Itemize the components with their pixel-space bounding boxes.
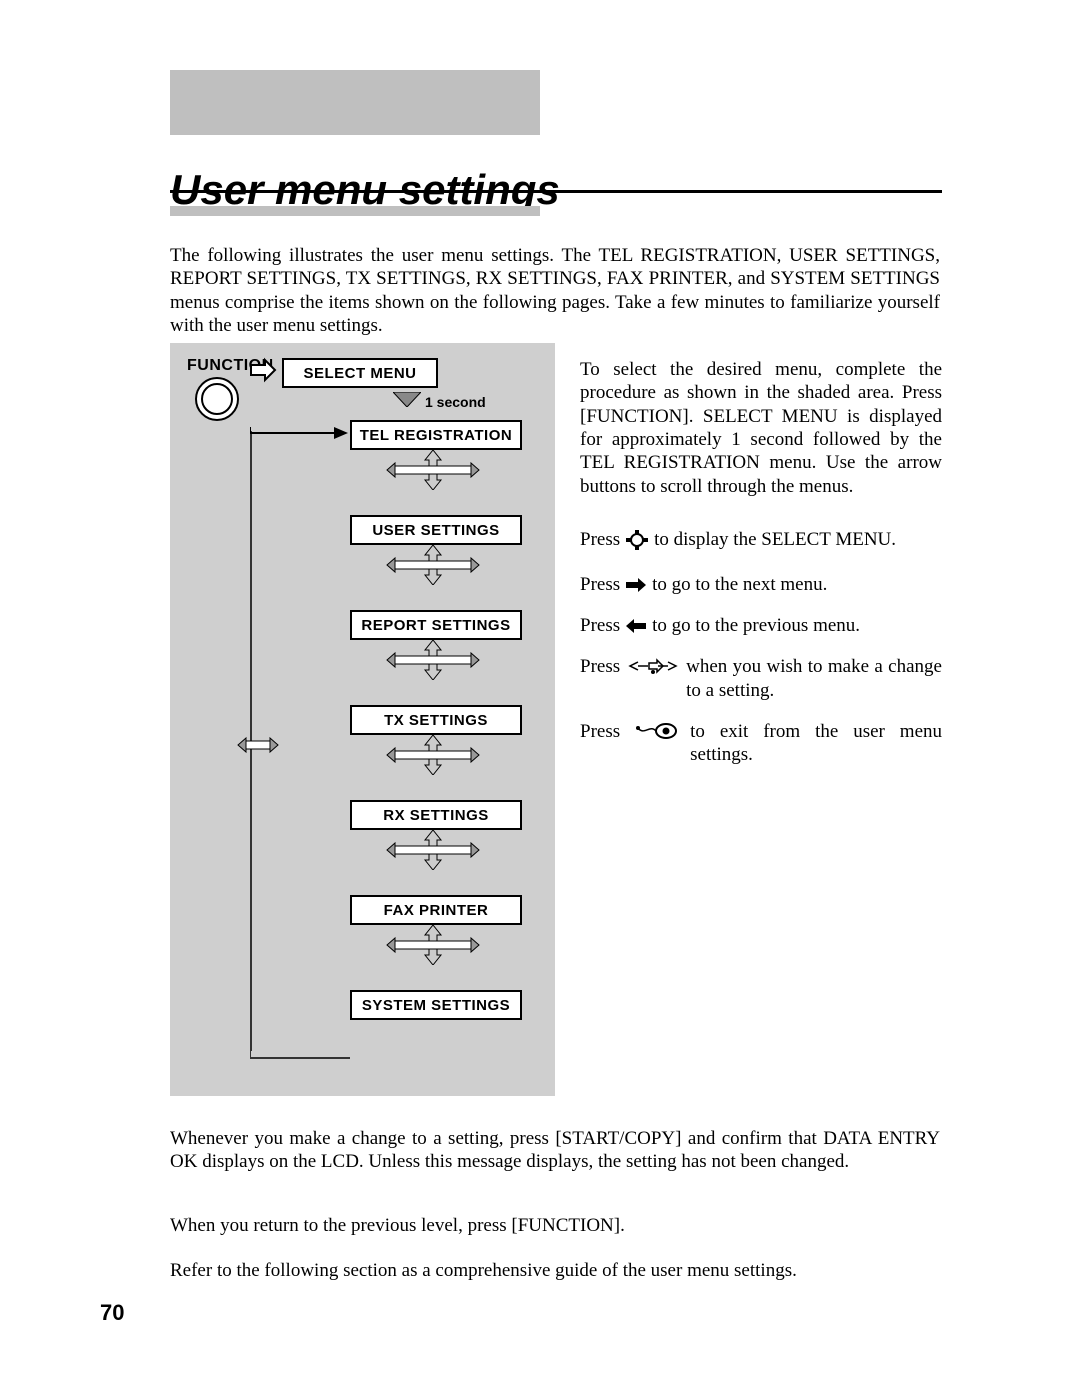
- menu-report-settings: REPORT SETTINGS: [350, 610, 522, 640]
- left-right-paddle-icon: [236, 735, 280, 755]
- press-label: Press: [580, 573, 620, 596]
- bottom-para-3: Refer to the following section as a comp…: [170, 1259, 940, 1282]
- press-label: Press: [580, 614, 620, 637]
- press-text: to exit from the user menu settings.: [690, 720, 942, 767]
- bottom-para-2: When you return to the previous level, p…: [170, 1214, 940, 1237]
- arrow-right-icon: [626, 575, 646, 598]
- page: User menu settings The following illustr…: [0, 0, 1080, 1397]
- up-down-nav-icon: [385, 640, 481, 680]
- press-label: Press: [580, 528, 620, 551]
- menu-fax-printer: FAX PRINTER: [350, 895, 522, 925]
- menu-tx-settings: TX SETTINGS: [350, 705, 522, 735]
- page-number: 70: [100, 1300, 124, 1326]
- instruction-row-exit: Press to exit from the user menu setting…: [580, 720, 942, 767]
- menu-rx-settings: RX SETTINGS: [350, 800, 522, 830]
- press-text: to display the SELECT MENU.: [654, 528, 942, 551]
- press-text: to go to the next menu.: [652, 573, 942, 596]
- up-down-nav-icon: [385, 545, 481, 585]
- arrow-right-icon: [249, 357, 277, 383]
- menu-tel-registration: TEL REGISTRATION: [350, 420, 522, 450]
- down-wedge-icon: [393, 392, 421, 407]
- instruction-row-prev: Press to go to the previous menu.: [580, 614, 942, 637]
- menu-user-settings: USER SETTINGS: [350, 515, 522, 545]
- title-rule: [170, 190, 942, 193]
- press-label: Press: [580, 655, 620, 678]
- up-down-nav-icon: [385, 925, 481, 965]
- press-text: when you wish to make a change to a sett…: [686, 655, 942, 702]
- flow-elbow-icon: [250, 427, 350, 441]
- up-down-nav-icon: [385, 735, 481, 775]
- function-key-icon: [626, 530, 648, 556]
- instruction-row-next: Press to go to the next menu.: [580, 573, 942, 596]
- stop-key-icon: [626, 722, 684, 746]
- function-button-icon: [194, 376, 240, 422]
- select-menu-box: SELECT MENU: [282, 358, 438, 388]
- bottom-para-1: Whenever you make a change to a setting,…: [170, 1127, 940, 1174]
- menu-flow-diagram: FUNCTION SELECT MENU 1 second TEL REGIST…: [170, 343, 555, 1096]
- press-text: to go to the previous menu.: [652, 614, 942, 637]
- right-intro: To select the desired menu, complete the…: [580, 358, 942, 498]
- up-down-nav-icon: [385, 450, 481, 490]
- up-down-nav-icon: [385, 830, 481, 870]
- left-down-right-icon: [626, 657, 680, 681]
- subtitle-gray-bar: [170, 206, 540, 216]
- header-gray-block: [170, 70, 540, 135]
- menu-system-settings: SYSTEM SETTINGS: [350, 990, 522, 1020]
- right-column: To select the desired menu, complete the…: [580, 358, 942, 785]
- intro-paragraph: The following illustrates the user menu …: [170, 244, 940, 337]
- flow-elbow-bottom-icon: [250, 1046, 350, 1066]
- press-label: Press: [580, 720, 620, 743]
- timing-label: 1 second: [425, 394, 486, 410]
- arrow-left-icon: [626, 616, 646, 639]
- instruction-row-select: Press to display the SELECT MENU.: [580, 528, 942, 554]
- instruction-row-change: Press when you wish to make a change to …: [580, 655, 942, 702]
